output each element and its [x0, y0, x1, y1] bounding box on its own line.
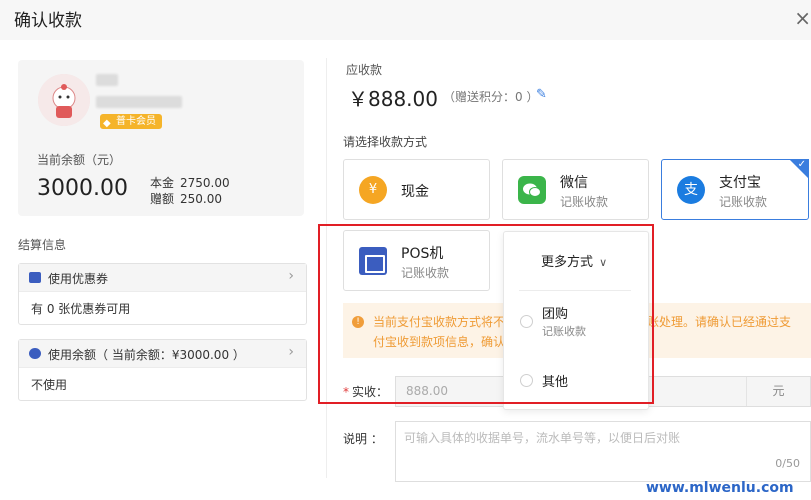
chevron-right-icon[interactable]: ›: [288, 268, 294, 284]
note-label: 说明 ：: [343, 432, 383, 446]
gift-line: 赠额 250.00: [150, 190, 222, 207]
chevron-right-icon[interactable]: ›: [288, 344, 294, 360]
check-icon: ✓: [797, 159, 806, 170]
warning-text-c: 账处理。请确认已经通过支: [647, 315, 792, 329]
member-card: ◆ 普卡会员 当前余额（元） 3000.00 本金 2750.00 赠额 250.0…: [18, 60, 304, 216]
edit-icon[interactable]: ✎: [536, 87, 547, 102]
highlight-box: [318, 224, 654, 404]
gift-value: 250.00: [180, 192, 223, 206]
method-cash-name: 现金: [401, 184, 429, 200]
dialog-header: [0, 0, 811, 40]
gift-label: 赠额: [150, 192, 175, 206]
due-label: 应收款: [346, 63, 383, 77]
money-bag-icon: [29, 348, 41, 359]
balance-value: 3000.00: [37, 176, 128, 201]
balance-label: 当前余额（元）: [37, 153, 122, 167]
yuan-icon: ¥: [359, 176, 387, 204]
method-wechat-name: 微信: [560, 175, 588, 191]
vip-badge-label: 普卡会员: [116, 116, 156, 127]
note-textarea[interactable]: 可输入具体的收据单号，流水单号等，以便日后对账 0/50: [395, 421, 811, 482]
close-icon[interactable]: ×: [794, 6, 811, 30]
method-wechat-sub: 记账收款: [560, 195, 609, 209]
balance-panel-title: 使用余额（ 当前余额：¥3000.00 ）: [48, 348, 245, 362]
principal-value: 2750.00: [180, 176, 230, 190]
avatar: [38, 74, 90, 126]
method-cash[interactable]: ¥ 现金: [343, 159, 490, 220]
balance-panel-body: 不使用: [31, 378, 68, 392]
coupon-panel-header[interactable]: 使用优惠券 ›: [19, 264, 306, 292]
principal-line: 本金 2750.00: [150, 174, 230, 191]
vip-badge: ◆ 普卡会员: [100, 114, 162, 129]
ticket-icon: [29, 272, 41, 283]
dialog-title: 确认收款: [14, 11, 82, 31]
member-name-blurred: [96, 74, 118, 86]
method-alipay-sub: 记账收款: [719, 195, 768, 209]
watermark: www.mlwenlu.com: [646, 480, 794, 496]
method-alipay[interactable]: 支 支付宝 记账收款 ✓: [661, 159, 809, 220]
note-char-count: 0/50: [775, 457, 800, 470]
balance-panel-header[interactable]: 使用余额（ 当前余额：¥3000.00 ） ›: [19, 340, 306, 368]
due-amount: ￥888.00: [348, 87, 438, 111]
coupon-body: 有 0 张优惠券可用: [31, 302, 131, 316]
principal-label: 本金: [150, 176, 175, 190]
method-alipay-name: 支付宝: [719, 175, 761, 191]
balance-panel[interactable]: 使用余额（ 当前余额：¥3000.00 ） › 不使用: [18, 339, 307, 401]
method-wechat[interactable]: 微信 记账收款: [502, 159, 649, 220]
member-phone-blurred: [96, 96, 182, 108]
settlement-label: 结算信息: [18, 238, 67, 252]
note-placeholder: 可输入具体的收据单号，流水单号等，以便日后对账: [404, 431, 681, 445]
wechat-icon: [518, 176, 546, 204]
payment-method-label: 请选择收款方式: [343, 135, 428, 149]
amount-unit: 元: [746, 377, 810, 406]
alipay-icon: 支: [677, 176, 705, 204]
coupon-panel[interactable]: 使用优惠券 › 有 0 张优惠券可用: [18, 263, 307, 325]
coupon-title: 使用优惠券: [48, 272, 109, 286]
due-points: （赠送积分：0 ）: [443, 90, 539, 104]
diamond-icon: ◆: [103, 118, 111, 129]
